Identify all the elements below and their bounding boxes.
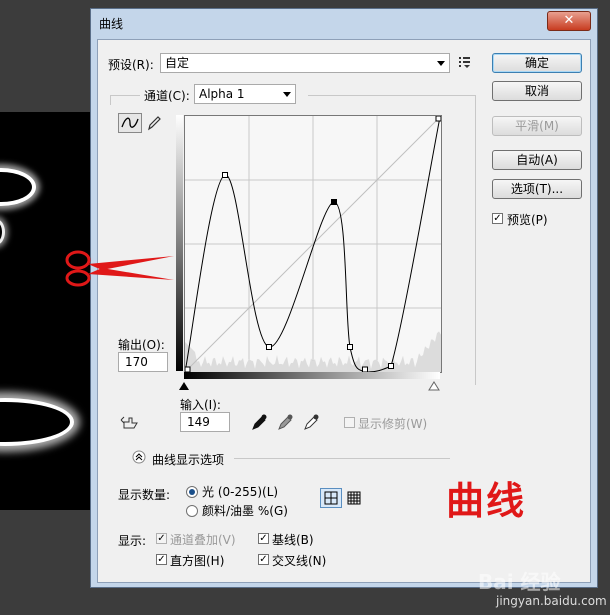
grid-10-icon[interactable] xyxy=(346,490,362,506)
curve-graph[interactable] xyxy=(184,115,442,373)
curve-point-tool[interactable] xyxy=(118,113,142,133)
channel-select[interactable]: Alpha 1 xyxy=(194,84,296,104)
show-label: 显示: xyxy=(118,534,147,548)
channel-overlays-checkbox[interactable]: ✓ xyxy=(156,533,167,544)
glow-shape xyxy=(0,222,2,242)
show-amount-label: 显示数量: xyxy=(118,488,171,502)
curve-point[interactable] xyxy=(435,115,442,122)
output-field[interactable]: 170 xyxy=(118,352,168,372)
light-radio-label: 光 (0-255)(L) xyxy=(202,485,279,499)
options-button[interactable]: 选项(T)... xyxy=(492,179,582,199)
ok-button[interactable]: 确定 xyxy=(492,53,582,73)
group-border xyxy=(308,95,476,96)
input-gradient-bar xyxy=(184,372,440,379)
curve-point[interactable] xyxy=(222,172,228,178)
watermark-brand: Bai 经验 xyxy=(478,570,561,594)
histogram-label: 直方图(H) xyxy=(170,554,225,568)
dialog-title: 曲线 xyxy=(99,17,124,31)
curve-annotation-text: 曲线 xyxy=(446,478,527,523)
smooth-button[interactable]: 平滑(M) xyxy=(492,116,582,136)
title-bar: 曲线 ✕ xyxy=(91,9,597,37)
pencil-icon[interactable] xyxy=(146,114,162,132)
input-field[interactable]: 149 xyxy=(180,412,230,432)
input-label: 输入(I): xyxy=(180,398,221,412)
collapse-toggle-icon[interactable] xyxy=(132,450,146,464)
output-gradient-bar xyxy=(176,115,183,371)
pigment-radio[interactable] xyxy=(186,505,198,517)
white-eyedropper-icon[interactable] xyxy=(302,412,320,432)
curve-point[interactable] xyxy=(388,363,394,369)
preset-label: 预设(R): xyxy=(108,58,154,72)
chevron-down-icon xyxy=(283,92,291,97)
baseline-checkbox[interactable]: ✓ xyxy=(258,533,269,544)
auto-button[interactable]: 自动(A) xyxy=(492,150,582,170)
group-border xyxy=(475,95,476,385)
curve-point-selected[interactable] xyxy=(331,199,337,205)
glow-shape xyxy=(0,172,32,202)
gray-eyedropper-icon[interactable] xyxy=(276,412,294,432)
black-eyedropper-icon[interactable] xyxy=(250,412,268,432)
light-radio[interactable] xyxy=(186,486,198,498)
show-clipping-label: 显示修剪(W) xyxy=(358,417,428,431)
baseline-label: 基线(B) xyxy=(272,533,314,547)
histogram-checkbox[interactable]: ✓ xyxy=(156,554,167,565)
show-clipping-checkbox[interactable] xyxy=(344,417,355,428)
scissors-annotation-icon xyxy=(65,250,174,287)
grid-simple-toggle[interactable] xyxy=(320,488,342,508)
hand-adjust-icon[interactable] xyxy=(120,414,142,432)
output-label: 输出(O): xyxy=(118,338,165,352)
cancel-button[interactable]: 取消 xyxy=(492,81,582,101)
curve-point[interactable] xyxy=(266,344,272,350)
intersection-checkbox[interactable]: ✓ xyxy=(258,554,269,565)
channel-value: Alpha 1 xyxy=(199,87,245,101)
close-button[interactable]: ✕ xyxy=(547,11,591,31)
curve-point[interactable] xyxy=(347,344,353,350)
pigment-radio-label: 颜料/油墨 %(G) xyxy=(202,504,288,518)
channel-label: 通道(C): xyxy=(144,89,190,103)
preview-label: 预览(P) xyxy=(507,213,548,227)
group-border xyxy=(110,95,140,96)
curve-tool-icon xyxy=(121,117,139,128)
preset-menu-icon[interactable] xyxy=(458,55,472,69)
black-point-slider[interactable] xyxy=(179,382,189,390)
group-border xyxy=(110,95,111,105)
curve-canvas[interactable] xyxy=(184,115,442,373)
preset-value: 自定 xyxy=(165,56,190,70)
watermark-url: jingyan.baidu.com xyxy=(496,594,607,608)
document-canvas xyxy=(0,112,92,510)
preset-select[interactable]: 自定 xyxy=(160,53,450,73)
white-point-slider[interactable] xyxy=(428,381,440,391)
section-divider xyxy=(234,458,450,459)
input-sliders[interactable] xyxy=(178,380,444,392)
preview-checkbox[interactable]: ✓ xyxy=(492,213,503,224)
grid-4-icon xyxy=(324,491,338,505)
curve-display-options-label: 曲线显示选项 xyxy=(152,453,225,467)
channel-overlays-label: 通道叠加(V) xyxy=(170,533,236,547)
glow-shape xyxy=(0,402,70,442)
intersection-label: 交叉线(N) xyxy=(272,554,327,568)
chevron-down-icon xyxy=(437,61,445,66)
